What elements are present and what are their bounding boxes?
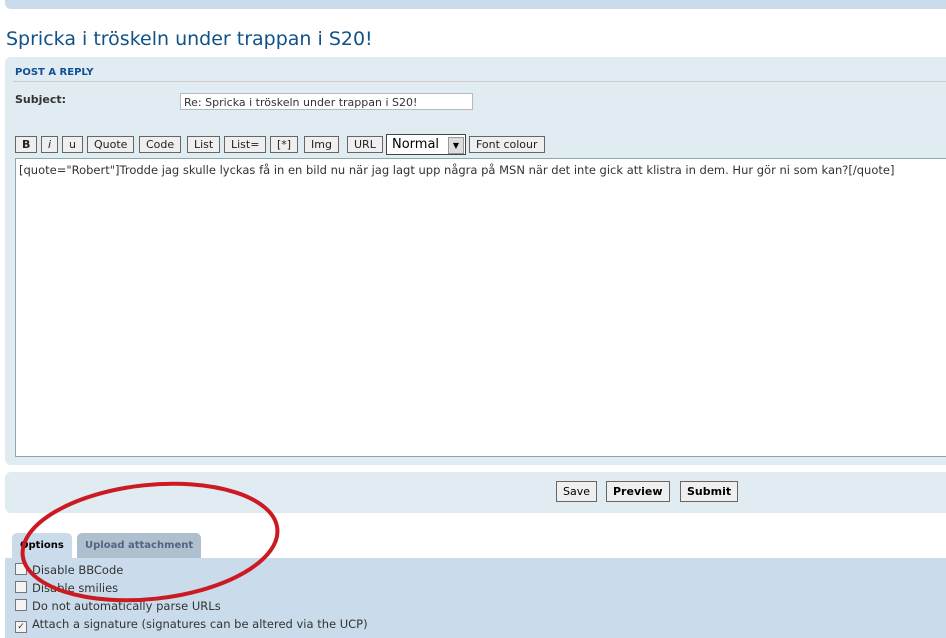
preview-button[interactable]: Preview: [606, 481, 670, 502]
checkbox[interactable]: [15, 599, 27, 611]
url-button[interactable]: URL: [347, 136, 383, 153]
option-disable-smilies[interactable]: Disable smilies: [15, 581, 118, 595]
post-reply-heading: POST A REPLY: [15, 67, 94, 78]
ordered-list-button[interactable]: List=: [224, 136, 267, 153]
option-label: Disable smilies: [32, 581, 119, 595]
submit-panel: [5, 472, 946, 513]
bold-button[interactable]: B: [15, 136, 38, 153]
option-no-parse-urls[interactable]: Do not automatically parse URLs: [15, 599, 221, 613]
tab-options[interactable]: Options: [12, 533, 72, 558]
underline-button[interactable]: u: [62, 136, 83, 153]
option-disable-bbcode[interactable]: Disable BBCode: [15, 563, 123, 577]
option-label: Attach a signature (signatures can be al…: [32, 617, 368, 631]
tab-upload-attachment[interactable]: Upload attachment: [77, 533, 202, 558]
page-title[interactable]: Spricka i tröskeln under trappan i S20!: [6, 28, 373, 50]
divider: [13, 81, 946, 82]
quote-button[interactable]: Quote: [87, 136, 135, 153]
submit-button[interactable]: Submit: [680, 481, 739, 502]
checkbox-checked[interactable]: ✓: [15, 621, 27, 633]
font-colour-button[interactable]: Font colour: [469, 136, 545, 153]
checkbox[interactable]: [15, 563, 27, 575]
list-button[interactable]: List: [187, 136, 221, 153]
code-button[interactable]: Code: [139, 136, 182, 153]
option-label: Disable BBCode: [32, 563, 124, 577]
message-textarea[interactable]: [quote="Robert"]Trodde jag skulle lyckas…: [15, 158, 946, 457]
option-attach-signature[interactable]: ✓ Attach a signature (signatures can be a…: [15, 617, 368, 633]
top-navbar: [5, 0, 946, 9]
save-button[interactable]: Save: [556, 481, 598, 502]
checkbox[interactable]: [15, 581, 27, 593]
img-button[interactable]: Img: [304, 136, 339, 153]
option-label: Do not automatically parse URLs: [32, 599, 221, 613]
font-size-select[interactable]: Normal ▼: [386, 134, 466, 155]
list-item-button[interactable]: [*]: [270, 136, 299, 153]
italic-button[interactable]: i: [41, 136, 59, 153]
font-size-value: Normal: [392, 137, 440, 152]
subject-label: Subject:: [15, 93, 67, 106]
chevron-down-icon[interactable]: ▼: [448, 137, 464, 154]
subject-input[interactable]: Re: Spricka i tröskeln under trappan i S…: [180, 93, 473, 110]
